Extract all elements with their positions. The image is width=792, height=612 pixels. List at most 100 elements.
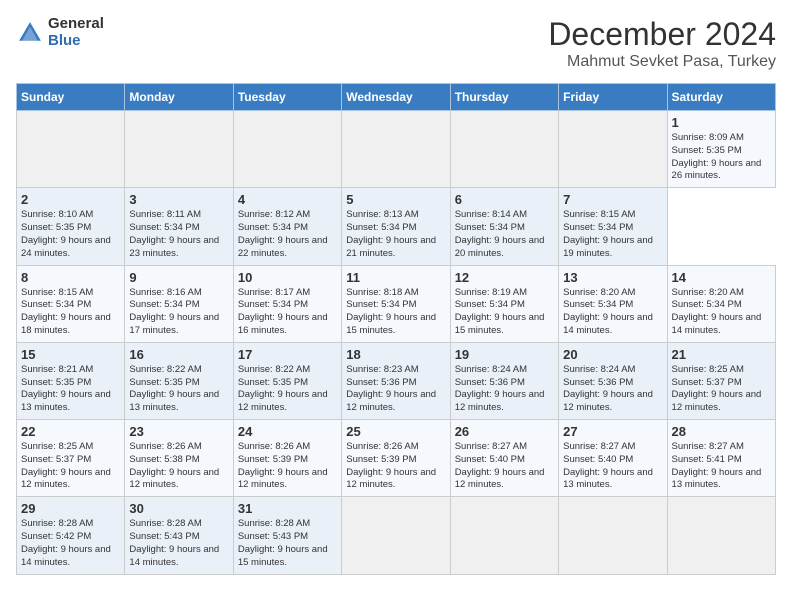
calendar-cell: 11Sunrise: 8:18 AMSunset: 5:34 PMDayligh… [342,265,450,342]
calendar-cell: 9 Sunrise: 8:16 AMSunset: 5:34 PMDaylight… [125,265,233,342]
day-number: 27 [563,424,662,439]
month-title: December 2024 [548,16,776,53]
week-row-5: 22Sunrise: 8:25 AMSunset: 5:37 PMDayligh… [17,420,776,497]
day-info: Sunrise: 8:28 AMSunset: 5:43 PMDaylight:… [129,518,228,569]
day-header-friday: Friday [559,84,667,111]
calendar-cell: 30 Sunrise: 8:28 AMSunset: 5:43 PMDayligh… [125,497,233,574]
day-info: Sunrise: 8:11 AMSunset: 5:34 PMDaylight:… [129,209,228,260]
calendar-cell [559,111,667,188]
logo-general: General [48,16,104,33]
calendar-cell: 7 Sunrise: 8:15 AMSunset: 5:34 PMDaylight… [559,188,667,265]
week-row-4: 15 Sunrise: 8:21 AMSunset: 5:35 PMDayligh… [17,342,776,419]
day-info: Sunrise: 8:15 AMSunset: 5:34 PMDaylight:… [21,287,120,338]
day-number: 14 [672,270,771,285]
calendar-cell: 3 Sunrise: 8:11 AMSunset: 5:34 PMDaylight… [125,188,233,265]
day-info: Sunrise: 8:13 AMSunset: 5:34 PMDaylight:… [346,209,445,260]
day-info: Sunrise: 8:24 AMSunset: 5:36 PMDaylight:… [455,364,554,415]
day-info: Sunrise: 8:20 AMSunset: 5:34 PMDaylight:… [672,287,771,338]
day-info: Sunrise: 8:22 AMSunset: 5:35 PMDaylight:… [238,364,337,415]
location-title: Mahmut Sevket Pasa, Turkey [548,53,776,71]
day-header-monday: Monday [125,84,233,111]
day-number: 13 [563,270,662,285]
calendar-cell [233,111,341,188]
day-number: 3 [129,192,228,207]
day-info: Sunrise: 8:09 AMSunset: 5:35 PMDaylight:… [672,132,771,183]
day-info: Sunrise: 8:28 AMSunset: 5:43 PMDaylight:… [238,518,337,569]
calendar-cell: 6 Sunrise: 8:14 AMSunset: 5:34 PMDaylight… [450,188,558,265]
logo-text: General Blue [48,16,104,49]
calendar-cell [17,111,125,188]
calendar-cell: 25Sunrise: 8:26 AMSunset: 5:39 PMDayligh… [342,420,450,497]
day-info: Sunrise: 8:20 AMSunset: 5:34 PMDaylight:… [563,287,662,338]
day-number: 20 [563,347,662,362]
page-header: General Blue December 2024 Mahmut Sevket… [16,16,776,71]
day-number: 18 [346,347,445,362]
day-header-wednesday: Wednesday [342,84,450,111]
calendar-cell: 31 Sunrise: 8:28 AMSunset: 5:43 PMDayligh… [233,497,341,574]
calendar-cell: 2 Sunrise: 8:10 AMSunset: 5:35 PMDaylight… [17,188,125,265]
day-number: 6 [455,192,554,207]
calendar-cell: 18 Sunrise: 8:23 AMSunset: 5:36 PMDayligh… [342,342,450,419]
calendar-cell [667,497,775,574]
day-number: 23 [129,424,228,439]
calendar-cell: 1Sunrise: 8:09 AMSunset: 5:35 PMDaylight… [667,111,775,188]
calendar-cell: 22Sunrise: 8:25 AMSunset: 5:37 PMDayligh… [17,420,125,497]
calendar-cell [450,497,558,574]
calendar-cell [342,111,450,188]
calendar-cell: 29 Sunrise: 8:28 AMSunset: 5:42 PMDayligh… [17,497,125,574]
day-number: 24 [238,424,337,439]
day-number: 7 [563,192,662,207]
day-number: 30 [129,501,228,516]
day-number: 15 [21,347,120,362]
calendar-cell: 16Sunrise: 8:22 AMSunset: 5:35 PMDayligh… [125,342,233,419]
calendar-cell: 19Sunrise: 8:24 AMSunset: 5:36 PMDayligh… [450,342,558,419]
day-info: Sunrise: 8:28 AMSunset: 5:42 PMDaylight:… [21,518,120,569]
calendar-cell: 26 Sunrise: 8:27 AMSunset: 5:40 PMDayligh… [450,420,558,497]
day-info: Sunrise: 8:26 AMSunset: 5:38 PMDaylight:… [129,441,228,492]
day-number: 28 [672,424,771,439]
day-info: Sunrise: 8:10 AMSunset: 5:35 PMDaylight:… [21,209,120,260]
day-number: 25 [346,424,445,439]
calendar-cell: 17 Sunrise: 8:22 AMSunset: 5:35 PMDayligh… [233,342,341,419]
day-info: Sunrise: 8:26 AMSunset: 5:39 PMDaylight:… [238,441,337,492]
calendar-cell: 15 Sunrise: 8:21 AMSunset: 5:35 PMDayligh… [17,342,125,419]
calendar-cell: 28Sunrise: 8:27 AMSunset: 5:41 PMDayligh… [667,420,775,497]
day-info: Sunrise: 8:16 AMSunset: 5:34 PMDaylight:… [129,287,228,338]
calendar-cell: 5 Sunrise: 8:13 AMSunset: 5:34 PMDaylight… [342,188,450,265]
day-info: Sunrise: 8:23 AMSunset: 5:36 PMDaylight:… [346,364,445,415]
day-header-sunday: Sunday [17,84,125,111]
day-info: Sunrise: 8:27 AMSunset: 5:40 PMDaylight:… [455,441,554,492]
day-number: 5 [346,192,445,207]
calendar-cell [125,111,233,188]
calendar-cell [559,497,667,574]
day-number: 8 [21,270,120,285]
day-number: 12 [455,270,554,285]
day-number: 17 [238,347,337,362]
week-row-2: 2 Sunrise: 8:10 AMSunset: 5:35 PMDaylight… [17,188,776,265]
calendar-cell: 14 Sunrise: 8:20 AMSunset: 5:34 PMDayligh… [667,265,775,342]
logo: General Blue [16,16,104,49]
day-info: Sunrise: 8:21 AMSunset: 5:35 PMDaylight:… [21,364,120,415]
week-row-6: 29 Sunrise: 8:28 AMSunset: 5:42 PMDayligh… [17,497,776,574]
day-header-thursday: Thursday [450,84,558,111]
day-number: 2 [21,192,120,207]
day-number: 9 [129,270,228,285]
day-number: 31 [238,501,337,516]
day-info: Sunrise: 8:14 AMSunset: 5:34 PMDaylight:… [455,209,554,260]
day-number: 16 [129,347,228,362]
day-info: Sunrise: 8:27 AMSunset: 5:40 PMDaylight:… [563,441,662,492]
day-info: Sunrise: 8:18 AMSunset: 5:34 PMDaylight:… [346,287,445,338]
day-info: Sunrise: 8:12 AMSunset: 5:34 PMDaylight:… [238,209,337,260]
calendar-cell: 4Sunrise: 8:12 AMSunset: 5:34 PMDaylight… [233,188,341,265]
day-info: Sunrise: 8:24 AMSunset: 5:36 PMDaylight:… [563,364,662,415]
calendar-cell: 13 Sunrise: 8:20 AMSunset: 5:34 PMDayligh… [559,265,667,342]
calendar-cell: 27 Sunrise: 8:27 AMSunset: 5:40 PMDayligh… [559,420,667,497]
day-number: 21 [672,347,771,362]
day-number: 29 [21,501,120,516]
day-info: Sunrise: 8:15 AMSunset: 5:34 PMDaylight:… [563,209,662,260]
calendar-cell: 12Sunrise: 8:19 AMSunset: 5:34 PMDayligh… [450,265,558,342]
calendar-cell: 8 Sunrise: 8:15 AMSunset: 5:34 PMDaylight… [17,265,125,342]
week-row-3: 8 Sunrise: 8:15 AMSunset: 5:34 PMDaylight… [17,265,776,342]
day-number: 26 [455,424,554,439]
logo-blue: Blue [48,33,104,50]
